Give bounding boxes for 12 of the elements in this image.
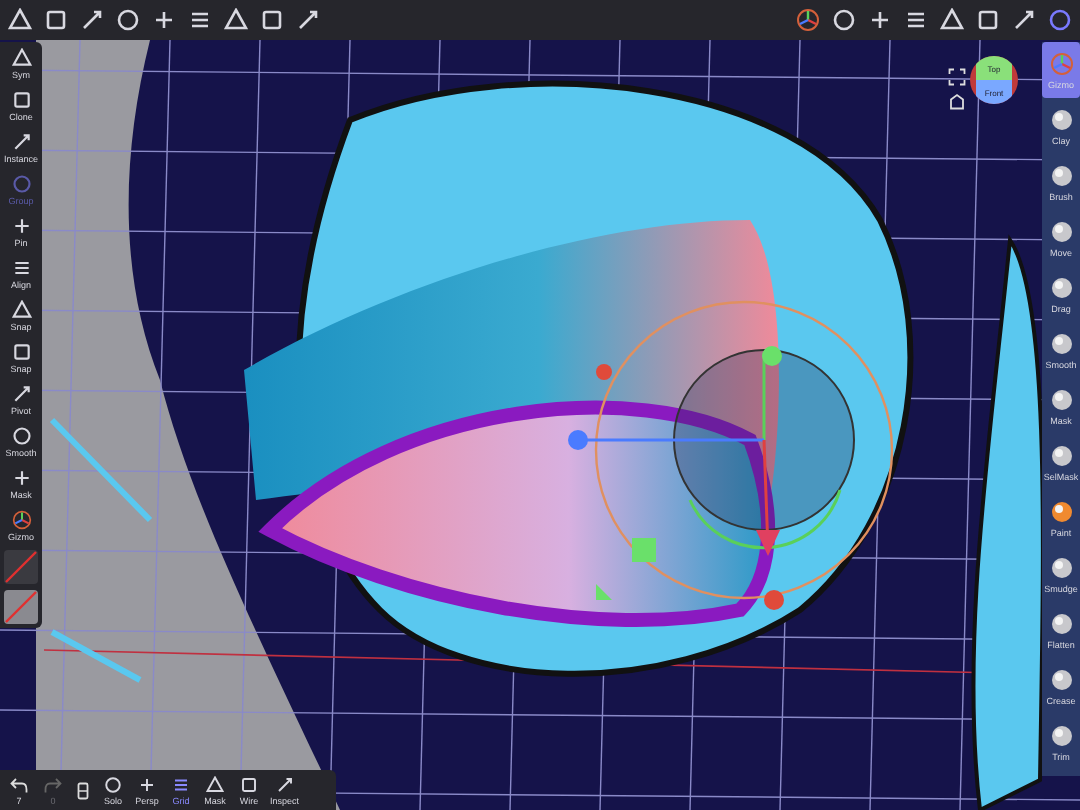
brush-stroke	[50, 629, 142, 683]
home-icon[interactable]	[948, 92, 966, 110]
gizmo-icon	[11, 510, 31, 530]
color-swatch[interactable]	[4, 590, 38, 624]
undo-icon	[10, 775, 28, 793]
brush-stroke	[49, 417, 153, 523]
layers-icon[interactable]	[74, 781, 92, 799]
redo-icon	[44, 775, 62, 793]
fullscreen-icon[interactable]	[948, 68, 966, 86]
gizmo-icon	[1049, 51, 1073, 75]
gizmo-icon[interactable]	[796, 8, 820, 32]
color-swatch[interactable]	[4, 550, 38, 584]
